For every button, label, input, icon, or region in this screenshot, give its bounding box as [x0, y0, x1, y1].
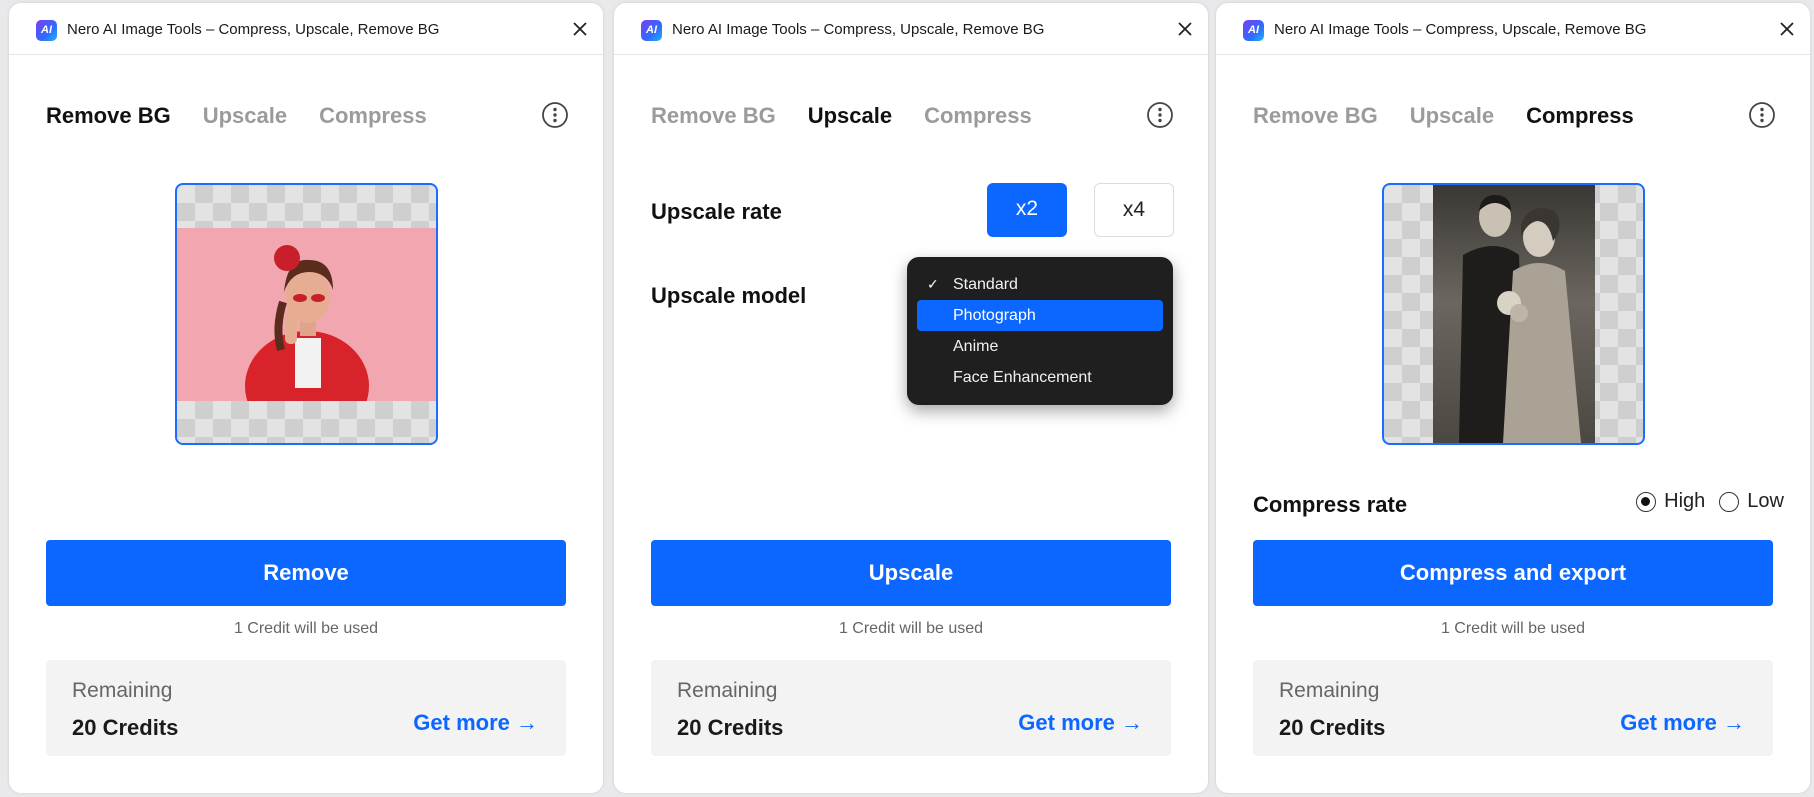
compress-rate-high[interactable]: High — [1636, 490, 1705, 513]
credit-note: 1 Credit will be used — [233, 620, 379, 637]
app-logo-icon: AI — [1243, 20, 1264, 41]
remove-button[interactable]: Remove — [46, 540, 566, 606]
upscale-rate-x2-button[interactable]: x2 — [987, 183, 1067, 237]
more-vertical-icon — [542, 102, 568, 128]
tab-remove-bg[interactable]: Remove BG — [651, 103, 776, 129]
compress-rate-low-label: Low — [1747, 490, 1784, 512]
image-preview[interactable] — [1382, 183, 1645, 445]
remaining-credits-box: Remaining 20 Credits Get more → — [1253, 660, 1773, 756]
get-more-link[interactable]: Get more → — [1018, 710, 1143, 736]
upscale-rate-x4-button[interactable]: x4 — [1094, 183, 1174, 237]
model-option-face-enhancement[interactable]: Face Enhancement — [917, 362, 1163, 393]
tab-remove-bg[interactable]: Remove BG — [1253, 103, 1378, 129]
close-icon — [1780, 22, 1794, 36]
tab-compress[interactable]: Compress — [319, 103, 427, 129]
upscale-rate-label: Upscale rate — [651, 199, 782, 224]
tab-bar: Remove BG Upscale Compress — [46, 103, 427, 129]
preview-photo — [177, 228, 436, 441]
remaining-label: Remaining — [1279, 679, 1380, 702]
titlebar: AI Nero AI Image Tools – Compress, Upsca… — [9, 3, 603, 55]
app-logo-icon: AI — [36, 20, 57, 41]
tab-upscale[interactable]: Upscale — [203, 103, 287, 129]
get-more-link[interactable]: Get more → — [1620, 710, 1745, 736]
credit-note: 1 Credit will be used — [1440, 620, 1586, 637]
compress-rate-label: Compress rate — [1253, 492, 1408, 517]
upscale-button[interactable]: Upscale — [651, 540, 1171, 606]
more-vertical-icon — [1749, 102, 1775, 128]
close-icon — [1178, 22, 1192, 36]
tab-compress[interactable]: Compress — [924, 103, 1032, 129]
check-icon: ✓ — [927, 276, 939, 292]
titlebar: AI Nero AI Image Tools – Compress, Upsca… — [1216, 3, 1810, 55]
more-options-button[interactable] — [1146, 101, 1174, 129]
tab-upscale[interactable]: Upscale — [808, 103, 892, 129]
model-option-anime[interactable]: Anime — [917, 331, 1163, 362]
radio-button[interactable] — [1719, 491, 1740, 512]
remaining-credits-box: Remaining 20 Credits Get more → — [46, 660, 566, 756]
model-option-photograph[interactable]: Photograph — [917, 300, 1163, 331]
upscale-model-dropdown: ✓ Standard Photograph Anime Face Enhance… — [907, 257, 1173, 405]
more-vertical-icon — [1147, 102, 1173, 128]
remaining-label: Remaining — [72, 679, 173, 702]
portrait-illustration — [245, 245, 369, 441]
tab-bar: Remove BG Upscale Compress — [1253, 103, 1634, 129]
compress-rate-low[interactable]: Low — [1719, 490, 1784, 513]
window-title: Nero AI Image Tools – Compress, Upscale,… — [672, 21, 1045, 38]
model-option-label: Face Enhancement — [953, 369, 1092, 386]
model-option-label: Photograph — [953, 307, 1036, 324]
close-button[interactable] — [1774, 16, 1800, 42]
compress-rate-high-label: High — [1664, 490, 1706, 512]
close-icon — [573, 22, 587, 36]
more-options-button[interactable] — [541, 101, 569, 129]
more-options-button[interactable] — [1748, 101, 1776, 129]
tab-upscale[interactable]: Upscale — [1410, 103, 1494, 129]
tab-bar: Remove BG Upscale Compress — [651, 103, 1032, 129]
upscale-panel: AI Nero AI Image Tools – Compress, Upsca… — [614, 3, 1208, 793]
model-option-label: Anime — [953, 338, 999, 355]
remaining-label: Remaining — [677, 679, 778, 702]
titlebar: AI Nero AI Image Tools – Compress, Upsca… — [614, 3, 1208, 55]
close-button[interactable] — [1172, 16, 1198, 42]
model-option-standard[interactable]: ✓ Standard — [917, 269, 1163, 300]
remaining-credits-value: 20 Credits — [677, 715, 784, 740]
tab-compress[interactable]: Compress — [1526, 103, 1634, 129]
compress-rate-options: High Low — [1636, 490, 1784, 513]
remaining-credits-value: 20 Credits — [1279, 715, 1386, 740]
compress-panel: AI Nero AI Image Tools – Compress, Upsca… — [1216, 3, 1810, 793]
remaining-credits-value: 20 Credits — [72, 715, 179, 740]
window-title: Nero AI Image Tools – Compress, Upscale,… — [67, 21, 440, 38]
window-title: Nero AI Image Tools – Compress, Upscale,… — [1274, 21, 1647, 38]
get-more-link[interactable]: Get more → — [413, 710, 538, 736]
compress-and-export-button[interactable]: Compress and export — [1253, 540, 1773, 606]
close-button[interactable] — [567, 16, 593, 42]
remove-bg-panel: AI Nero AI Image Tools – Compress, Upsca… — [9, 3, 603, 793]
model-option-label: Standard — [953, 276, 1018, 293]
image-preview[interactable] — [175, 183, 438, 445]
radio-button-checked[interactable] — [1636, 491, 1657, 512]
credit-note: 1 Credit will be used — [838, 620, 984, 637]
upscale-model-label: Upscale model — [651, 283, 807, 308]
remaining-credits-box: Remaining 20 Credits Get more → — [651, 660, 1171, 756]
app-logo-icon: AI — [641, 20, 662, 41]
preview-photo — [1433, 185, 1595, 443]
tab-remove-bg[interactable]: Remove BG — [46, 103, 171, 129]
vintage-couple-illustration — [1459, 195, 1581, 443]
